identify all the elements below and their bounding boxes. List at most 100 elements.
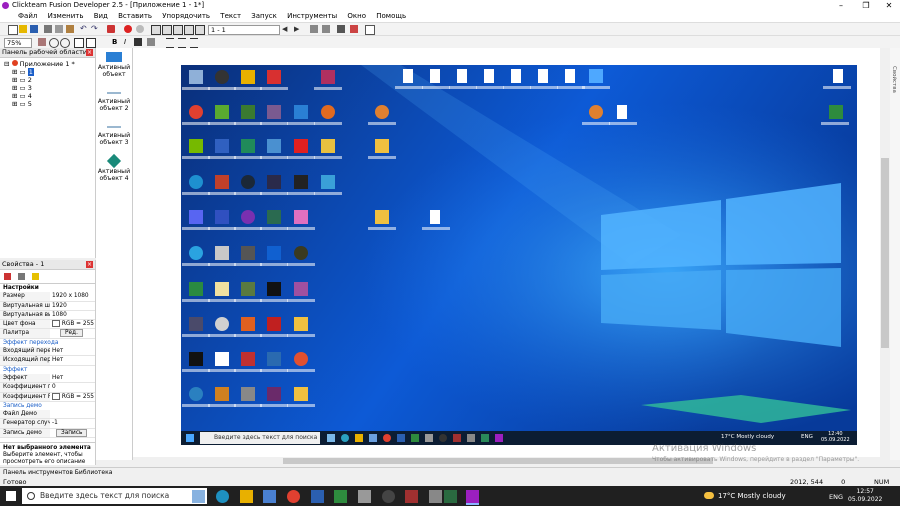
menu-edit[interactable]: Изменить <box>48 11 84 22</box>
library-object-2[interactable]: Активный объект 2 <box>96 88 132 112</box>
menu-run[interactable]: Запуск <box>251 11 277 22</box>
file-explorer-icon[interactable] <box>240 490 253 503</box>
store-icon[interactable] <box>263 490 276 503</box>
redo-icon[interactable]: ↷ <box>91 25 99 33</box>
zoom-combo[interactable]: 75% <box>4 38 32 48</box>
prop-row-demo-file[interactable]: Файл Демо <box>0 410 95 420</box>
align-left-icon[interactable] <box>166 38 174 48</box>
taskbar-weather[interactable]: 17°C Mostly cloudy <box>718 492 786 500</box>
copy-icon[interactable] <box>55 25 63 33</box>
fill-color-icon[interactable] <box>147 38 155 46</box>
taskbar-lang[interactable]: ENG <box>829 493 843 501</box>
library-object-3[interactable]: Активный объект 3 <box>96 122 132 146</box>
prop-row-virtual-width[interactable]: Виртуальная шир1920 <box>0 301 95 311</box>
text-color-icon[interactable] <box>134 38 142 46</box>
undo-icon[interactable]: ↶ <box>80 25 88 33</box>
stop-icon[interactable] <box>124 25 132 33</box>
prop-row-bg-color[interactable]: Цвет фона RGB = 255 <box>0 320 95 330</box>
align-center-icon[interactable] <box>178 38 186 48</box>
tree-frame-3[interactable]: ⊞ ▭ 3 <box>4 84 95 92</box>
desktop-backdrop-image[interactable] <box>181 65 857 445</box>
app-icon[interactable] <box>429 490 442 503</box>
zoom-out-icon[interactable] <box>60 38 70 48</box>
clickteam-icon[interactable] <box>466 490 479 505</box>
library-object-4[interactable]: Активный объект 4 <box>96 153 132 182</box>
record-button[interactable]: Запись <box>56 428 88 437</box>
task-view-icon[interactable] <box>192 490 205 503</box>
prop-row-random-seed[interactable]: Генератор случа -1 <box>0 419 95 429</box>
word-icon[interactable] <box>311 490 324 503</box>
app-icon[interactable] <box>405 490 418 503</box>
prop-row-transition-out[interactable]: Исходящий перехНет <box>0 356 95 366</box>
palette-edit-button[interactable]: Ред. <box>60 329 83 338</box>
frame-editor-icon[interactable] <box>151 25 161 35</box>
close-icon[interactable]: × <box>86 261 93 268</box>
tree-frame-4[interactable]: ⊞ ▭ 4 <box>4 92 95 100</box>
prop-row-rgb-coef[interactable]: Коэффициент RG RGB = 255 <box>0 392 95 402</box>
prop-row-size[interactable]: Размер 1920 x 1080 <box>0 292 95 302</box>
settings-tab-icon[interactable] <box>4 273 11 280</box>
bold-icon[interactable]: B <box>112 38 120 46</box>
menu-help[interactable]: Помощь <box>376 11 406 22</box>
test-icon[interactable] <box>350 25 358 33</box>
snap-icon[interactable] <box>86 38 96 48</box>
minimize-button[interactable]: – <box>830 0 852 11</box>
run-app-icon[interactable] <box>310 25 318 33</box>
event-editor-icon[interactable] <box>162 25 172 35</box>
prop-row-effect-coef[interactable]: Коэффициент пр0 <box>0 383 95 393</box>
properties-icon[interactable] <box>107 25 115 33</box>
hand-icon[interactable] <box>38 38 46 46</box>
prop-row-palette[interactable]: Палитра Ред. <box>0 329 95 339</box>
taskbar-clock[interactable]: 12:57 05.09.2022 <box>848 488 882 504</box>
prop-row-effect[interactable]: Эффект Нет <box>0 373 95 384</box>
app-icon[interactable] <box>382 490 395 503</box>
close-icon[interactable]: × <box>86 49 93 56</box>
align-icon[interactable] <box>74 38 84 48</box>
menu-window[interactable]: Окно <box>347 11 366 22</box>
frame-selector[interactable]: 1 - 1 <box>208 25 280 35</box>
prev-frame-icon[interactable]: ◀ <box>282 25 290 33</box>
next-frame-icon[interactable]: ▶ <box>294 25 302 33</box>
library-object-1[interactable]: Активный объект <box>96 52 132 78</box>
menu-insert[interactable]: Вставить <box>118 11 152 22</box>
side-panel-tab[interactable]: Свойства <box>890 48 900 460</box>
data-elements-icon[interactable] <box>184 25 194 35</box>
taskbar-search-box[interactable]: Введите здесь текст для поиска <box>22 488 207 504</box>
runtime-tab-icon[interactable] <box>18 273 25 280</box>
record-icon[interactable] <box>136 25 144 33</box>
tree-frame-2[interactable]: ⊞ ▭ 2 <box>4 76 95 84</box>
vertical-scrollbar[interactable] <box>880 48 890 457</box>
open-icon[interactable] <box>19 25 27 33</box>
tree-frame-1[interactable]: ⊞ ▭ 1 <box>4 68 95 76</box>
category-effect[interactable]: Эффект <box>0 366 95 374</box>
tree-frame-5[interactable]: ⊞ ▭ 5 <box>4 100 95 108</box>
scroll-thumb[interactable] <box>283 458 713 464</box>
menu-file[interactable]: Файл <box>18 11 37 22</box>
menu-text[interactable]: Текст <box>220 11 241 22</box>
storyboard-icon[interactable] <box>195 25 205 35</box>
prop-row-record-demo[interactable]: Запись демо Запись <box>0 428 95 439</box>
grid-icon[interactable] <box>365 25 375 35</box>
about-tab-icon[interactable] <box>32 273 39 280</box>
menu-arrange[interactable]: Упорядочить <box>162 11 210 22</box>
run-frame-icon[interactable] <box>322 25 330 33</box>
chrome-icon[interactable] <box>287 490 300 503</box>
event-list-icon[interactable] <box>173 25 183 35</box>
cut-icon[interactable] <box>44 25 52 33</box>
menu-tools[interactable]: Инструменты <box>287 11 337 22</box>
app-icon[interactable] <box>358 490 371 503</box>
excel-icon[interactable] <box>334 490 347 503</box>
save-icon[interactable] <box>30 25 38 33</box>
app-icon[interactable] <box>444 490 457 503</box>
scroll-thumb[interactable] <box>881 158 889 348</box>
category-demo[interactable]: Запись демо <box>0 402 95 410</box>
menu-view[interactable]: Вид <box>94 11 108 22</box>
build-icon[interactable] <box>337 25 345 33</box>
tree-root[interactable]: ⊟ Приложение 1 * <box>4 60 95 68</box>
toolbar-library-tabs[interactable]: Панель инструментов Библиотека <box>3 469 112 476</box>
prop-row-transition-in[interactable]: Входящий перех Нет <box>0 347 95 357</box>
windows-start-icon[interactable] <box>6 491 16 501</box>
paste-icon[interactable] <box>66 25 74 33</box>
zoom-in-icon[interactable] <box>49 38 59 48</box>
close-button[interactable]: ✕ <box>878 0 900 11</box>
